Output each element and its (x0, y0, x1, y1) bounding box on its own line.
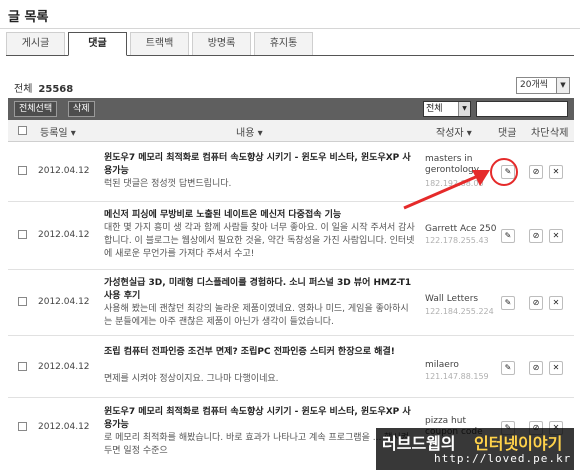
row-checkbox[interactable] (18, 230, 27, 239)
title-divider (0, 28, 580, 29)
row-body: 사용해 봤는데 괜찮던 최강의 놀라운 제품이였네요. 영화나 미드, 게임을 … (104, 304, 409, 327)
search-filter-value: 전체 (426, 104, 443, 114)
column-date-label: 등록일 (40, 128, 68, 139)
tab-comments[interactable]: 댓글 (68, 32, 127, 56)
row-date: 2012.04.12 (38, 230, 90, 240)
per-page-value: 20개씩 (520, 80, 549, 90)
sort-down-icon: ▾ (70, 128, 76, 139)
row-date: 2012.04.12 (38, 297, 90, 307)
row-ip: 122.178.255.43 (425, 236, 489, 245)
column-content-label: 내용 (236, 128, 255, 139)
search-filter-select[interactable]: 전체 ▼ (423, 101, 471, 117)
row-ip: 122.184.255.224 (425, 307, 494, 316)
chevron-down-icon: ▼ (556, 78, 569, 93)
tab-bar: 게시글 댓글 트랙백 방명록 휴지통 (6, 32, 574, 56)
column-delete: 삭제 (550, 128, 569, 139)
chevron-down-icon: ▼ (458, 102, 470, 116)
watermark-url: http://loved.pe.kr (434, 452, 572, 465)
row-title[interactable]: 윈도우7 메모리 최적화로 컴퓨터 속도향상 시키기 - 윈도우 비스타, 윈도… (104, 406, 416, 432)
callout-arrow-icon (403, 170, 490, 210)
row-checkbox[interactable] (18, 422, 27, 431)
table-header: 등록일 ▾ 내용 ▾ 작성자 ▾ 댓글 차단 삭제 (8, 120, 574, 142)
watermark-left: 러브드웹의 (382, 434, 456, 453)
search-input[interactable] (476, 101, 568, 117)
tab-guestbook[interactable]: 방명록 (192, 32, 251, 55)
column-author: 작성자 ▾ (436, 124, 472, 139)
row-title[interactable]: 가성현실급 3D, 미래형 디스플레이를 경험하다. 소니 퍼스널 3D 뷰어 … (104, 277, 416, 303)
row-body: 대한 몇 가지 흥미 생 각과 함께 사람들 찾아 너무 좋아요. 이 일을 시… (104, 223, 415, 259)
pencil-icon[interactable]: ✎ (501, 361, 515, 375)
row-body: 면제를 시켜야 정상이지요. 그나마 다행이네요. (104, 374, 279, 384)
total-summary: 전체 25568 (14, 80, 73, 95)
delete-selected-button[interactable]: 삭제 (68, 101, 95, 117)
row-author[interactable]: Wall Letters (425, 294, 497, 305)
row-author[interactable]: Garrett Ace 250 (425, 224, 497, 235)
pencil-icon[interactable]: ✎ (501, 296, 515, 310)
close-icon[interactable]: ✕ (549, 229, 563, 243)
table-row: 2012.04.12 가성현실급 3D, 미래형 디스플레이를 경험하다. 소니… (8, 270, 574, 336)
close-icon[interactable]: ✕ (549, 296, 563, 310)
per-page-select[interactable]: 20개씩 ▼ (516, 77, 570, 94)
row-body: 로 메모리 최적화를 해봤습니다. 바로 효과가 나타나고 계속 프로그램을 .… (104, 433, 410, 456)
row-body: 럭된 댓글은 정성껏 답변드립니다. (104, 179, 232, 189)
list-toolbar: 전체선택 삭제 전체 ▼ (8, 98, 574, 120)
tab-trackbacks[interactable]: 트랙백 (130, 32, 189, 55)
column-author-label: 작성자 (436, 128, 464, 139)
select-all-checkbox[interactable] (18, 126, 27, 135)
select-all-button[interactable]: 전체선택 (14, 101, 58, 117)
column-comment: 댓글 (498, 128, 517, 139)
watermark-right: 인터넷이야기 (474, 434, 563, 453)
row-title[interactable]: 윈도우7 메모리 최적화로 컴퓨터 속도향상 시키기 - 윈도우 비스타, 윈도… (104, 152, 416, 178)
tab-trash[interactable]: 휴지통 (254, 32, 313, 55)
block-icon[interactable]: ⊘ (529, 361, 543, 375)
table-row: 2012.04.12 조립 컴퓨터 전파인증 조건부 면제? 조립PC 전파인증… (8, 336, 574, 398)
row-checkbox[interactable] (18, 362, 27, 371)
pencil-icon[interactable]: ✎ (501, 229, 515, 243)
row-title[interactable]: 메신저 피싱에 무방비로 노출된 네이트온 메신저 다중접속 기능 (104, 209, 416, 222)
sort-down-icon: ▾ (257, 128, 263, 139)
row-author[interactable]: milaero (425, 360, 497, 371)
watermark: 러브드웹의 인터넷이야기 http://loved.pe.kr (376, 428, 574, 470)
column-block: 차단 (531, 128, 550, 139)
tab-posts[interactable]: 게시글 (6, 32, 65, 55)
row-ip: 121.147.88.159 (425, 372, 489, 381)
close-icon[interactable]: ✕ (549, 165, 563, 179)
block-icon[interactable]: ⊘ (529, 296, 543, 310)
row-date: 2012.04.12 (38, 362, 90, 372)
highlight-circle (490, 158, 518, 186)
table-row: 2012.04.12 메신저 피싱에 무방비로 노출된 네이트온 메신저 다중접… (8, 202, 574, 270)
total-count: 25568 (38, 84, 74, 95)
column-date[interactable]: 등록일 ▾ (40, 124, 76, 139)
total-label: 전체 (14, 84, 33, 95)
sort-down-icon: ▾ (466, 128, 472, 139)
row-date: 2012.04.12 (38, 422, 90, 432)
row-date: 2012.04.12 (38, 166, 90, 176)
close-icon[interactable]: ✕ (549, 361, 563, 375)
block-icon[interactable]: ⊘ (529, 165, 543, 179)
row-checkbox[interactable] (18, 297, 27, 306)
block-icon[interactable]: ⊘ (529, 229, 543, 243)
column-content: 내용 ▾ (236, 124, 263, 139)
row-checkbox[interactable] (18, 166, 27, 175)
row-title[interactable]: 조립 컴퓨터 전파인증 조건부 면제? 조립PC 전파인증 스티커 한장으로 해… (104, 346, 416, 359)
page-title: 글 목록 (8, 10, 49, 25)
